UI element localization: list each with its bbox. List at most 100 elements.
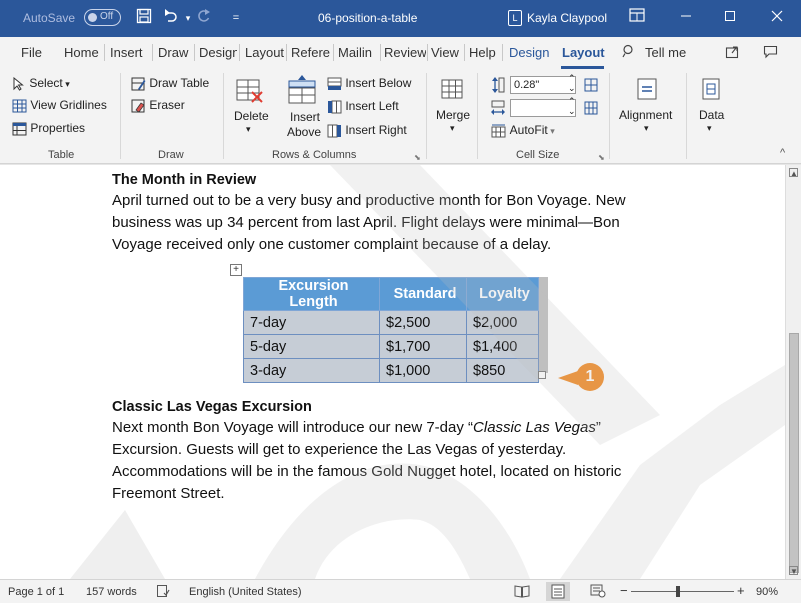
table-cell[interactable]: 5-day <box>243 334 380 359</box>
word-count[interactable]: 157 words <box>86 586 137 598</box>
zoom-slider-track[interactable] <box>631 591 734 592</box>
data-icon[interactable] <box>700 77 722 104</box>
ribbon-display-icon[interactable] <box>627 8 647 28</box>
merge-dropdown-icon[interactable]: ▾ <box>450 123 455 134</box>
alignment-dropdown-icon[interactable]: ▾ <box>644 123 649 134</box>
table-cell[interactable]: 7-day <box>243 310 380 335</box>
cell-size-launcher-icon[interactable]: ⬊ <box>598 153 605 162</box>
merge-icon[interactable] <box>440 78 464 103</box>
table-cell[interactable]: $1,700 <box>379 334 467 359</box>
undo-icon[interactable] <box>160 8 180 28</box>
insert-below-button[interactable]: Insert Below <box>327 76 411 91</box>
alignment-label[interactable]: Alignment <box>619 108 672 122</box>
draw-table-label: Draw Table <box>149 76 210 90</box>
customize-qat-icon[interactable]: = <box>226 8 246 28</box>
eraser-button[interactable]: Eraser <box>131 98 185 113</box>
table-cell[interactable]: 3-day <box>243 358 380 383</box>
autosave-toggle[interactable]: Off <box>84 9 121 26</box>
table-resize-handle[interactable] <box>538 371 546 379</box>
step-callout-badge: 1 <box>576 363 604 391</box>
read-mode-icon[interactable] <box>514 584 530 601</box>
insert-above-label-2[interactable]: Above <box>287 125 321 139</box>
table-cell[interactable]: $2,500 <box>379 310 467 335</box>
user-name[interactable]: Kayla Claypool <box>527 11 607 25</box>
vertical-scrollbar[interactable]: ▲ ▼ <box>785 165 801 579</box>
gridlines-icon <box>12 99 27 113</box>
tab-design[interactable]: Design <box>199 45 237 60</box>
insert-right-icon <box>327 124 341 138</box>
zoom-in-icon[interactable]: + <box>737 583 745 598</box>
maximize-icon[interactable] <box>720 8 740 28</box>
print-layout-icon[interactable] <box>546 582 570 601</box>
view-gridlines-button[interactable]: View Gridlines <box>12 98 107 113</box>
zoom-slider-knob[interactable] <box>676 586 680 597</box>
share-icon[interactable] <box>725 44 740 62</box>
data-label[interactable]: Data <box>699 108 724 122</box>
select-button[interactable]: Select ▾ <box>12 76 70 91</box>
column-width-input[interactable] <box>510 99 576 117</box>
scroll-thumb[interactable] <box>789 333 799 573</box>
tab-references[interactable]: Refere <box>291 45 331 60</box>
insert-above-icon[interactable] <box>287 75 317 108</box>
excursion-table[interactable]: Excursion Length Standard Loyalty 7-day … <box>243 277 539 383</box>
user-icon[interactable]: L <box>508 10 522 26</box>
alignment-icon[interactable] <box>636 77 658 104</box>
delete-dropdown-icon[interactable]: ▾ <box>246 124 251 135</box>
table-header-cell[interactable]: Excursion Length <box>243 277 380 311</box>
insert-right-button[interactable]: Insert Right <box>327 123 407 138</box>
merge-label[interactable]: Merge <box>436 108 470 122</box>
table-cell[interactable]: $850 <box>466 358 539 383</box>
rows-columns-launcher-icon[interactable]: ⬊ <box>414 153 421 162</box>
language[interactable]: English (United States) <box>189 586 302 598</box>
tab-table-design[interactable]: Design <box>509 45 549 60</box>
tab-file[interactable]: File <box>21 45 42 60</box>
document-canvas[interactable]: The Month in Review April turned out to … <box>0 165 785 579</box>
distribute-columns-icon[interactable] <box>583 100 599 119</box>
toggle-knob <box>88 13 97 22</box>
data-dropdown-icon[interactable]: ▾ <box>707 123 712 134</box>
distribute-rows-icon[interactable] <box>583 77 599 96</box>
tab-review[interactable]: Review <box>384 45 426 60</box>
table-cell[interactable]: $2,000 <box>466 310 539 335</box>
autosave-label: AutoSave <box>23 11 76 25</box>
table-cell[interactable]: $1,400 <box>466 334 539 359</box>
save-icon[interactable] <box>134 8 154 28</box>
tab-separator <box>333 44 334 61</box>
insert-left-button[interactable]: Insert Left <box>327 99 399 114</box>
row-height-input[interactable]: 0.28" <box>510 76 576 94</box>
delete-icon[interactable] <box>235 77 265 108</box>
lightbulb-icon[interactable] <box>621 44 635 61</box>
table-header-cell[interactable]: Standard <box>379 277 467 311</box>
table-header-cell[interactable]: Loyalty <box>466 277 539 311</box>
page-count[interactable]: Page 1 of 1 <box>8 586 64 598</box>
autofit-button[interactable]: AutoFit ▾ <box>490 123 555 138</box>
insert-above-label[interactable]: Insert <box>290 110 320 124</box>
zoom-out-icon[interactable]: − <box>620 583 628 598</box>
draw-table-button[interactable]: Draw Table <box>131 76 209 91</box>
collapse-ribbon-icon[interactable]: ^ <box>780 147 785 159</box>
tab-mailings[interactable]: Mailin <box>338 45 378 60</box>
delete-label[interactable]: Delete <box>234 109 269 123</box>
scroll-down-icon[interactable]: ▼ <box>789 566 798 576</box>
table-move-handle-icon[interactable]: + <box>230 264 242 276</box>
proofing-icon[interactable] <box>156 584 170 601</box>
web-layout-icon[interactable] <box>590 584 606 601</box>
tab-draw[interactable]: Draw <box>158 45 188 60</box>
tell-me-input[interactable]: Tell me <box>645 45 686 60</box>
properties-button[interactable]: Properties <box>12 121 85 136</box>
table-cell[interactable]: $1,000 <box>379 358 467 383</box>
minimize-icon[interactable] <box>676 8 696 28</box>
tab-insert[interactable]: Insert <box>110 45 143 60</box>
comments-icon[interactable] <box>763 44 778 62</box>
scroll-up-icon[interactable]: ▲ <box>789 168 798 178</box>
redo-icon[interactable] <box>194 8 214 28</box>
tab-table-layout[interactable]: Layout <box>562 45 605 60</box>
height-spinner-icon[interactable]: ⌃ ⌄ <box>568 73 576 93</box>
tab-layout[interactable]: Layout <box>245 45 284 60</box>
tab-view[interactable]: View <box>431 45 459 60</box>
zoom-level[interactable]: 90% <box>756 586 778 598</box>
tab-help[interactable]: Help <box>469 45 496 60</box>
width-spinner-icon[interactable]: ⌃ ⌄ <box>568 96 576 116</box>
tab-home[interactable]: Home <box>64 45 99 60</box>
close-icon[interactable] <box>767 8 787 28</box>
